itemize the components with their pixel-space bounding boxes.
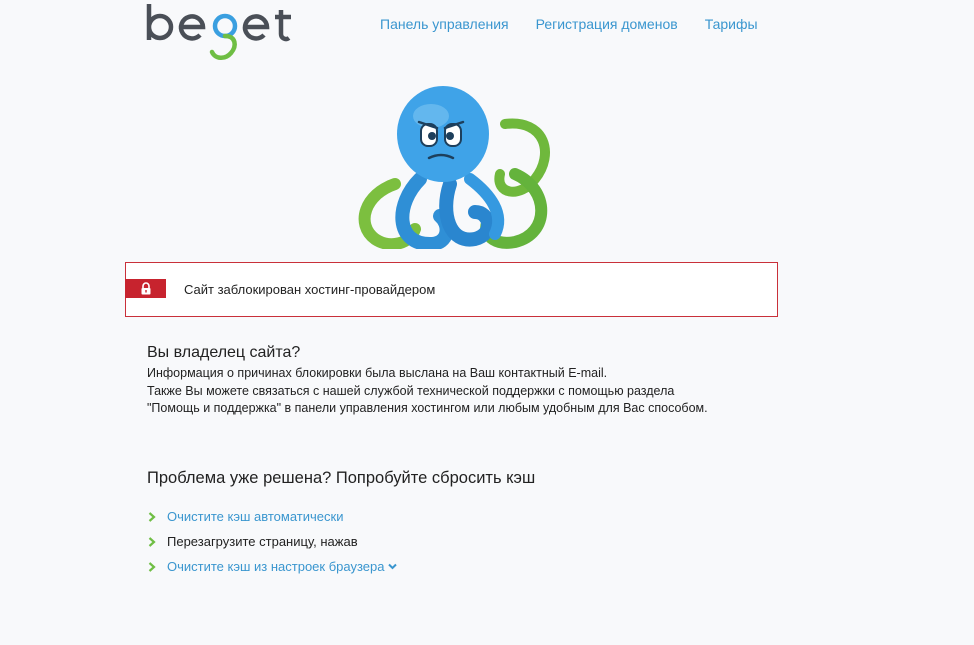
page: Панель управления Регистрация доменов Та… bbox=[0, 0, 974, 645]
owner-line-2: Также Вы можете связаться с нашей службо… bbox=[147, 383, 675, 398]
beget-logo[interactable] bbox=[145, 0, 295, 70]
list-item: Очистите кэш из настроек браузера bbox=[147, 554, 398, 579]
owner-title: Вы владелец сайта? bbox=[147, 344, 301, 361]
list-item: Очистите кэш автоматически bbox=[147, 504, 397, 529]
chevron-right-icon bbox=[148, 561, 156, 572]
nav-domain-registration[interactable]: Регистрация доменов bbox=[536, 16, 678, 32]
octopus-mascot-image bbox=[355, 84, 555, 254]
chevron-down-icon[interactable] bbox=[388, 563, 398, 570]
clear-cache-auto-link[interactable]: Очистите кэш автоматически bbox=[167, 509, 343, 524]
lock-icon bbox=[125, 279, 166, 298]
nav-control-panel[interactable]: Панель управления bbox=[380, 16, 509, 32]
owner-line-3: "Помощь и поддержка" в панели управления… bbox=[147, 401, 708, 415]
cache-title: Проблема уже решена? Попробуйте сбросить… bbox=[147, 469, 536, 487]
reload-page-text: Перезагрузите страницу, нажав bbox=[167, 534, 358, 549]
owner-description: Информация о причинах блокировки была вы… bbox=[147, 365, 787, 418]
owner-line-1: Информация о причинах блокировки была вы… bbox=[147, 366, 608, 380]
nav-tariffs[interactable]: Тарифы bbox=[705, 16, 758, 32]
blocked-alert: Сайт заблокирован хостинг-провайдером bbox=[125, 262, 778, 317]
list-item: Перезагрузите страницу, нажав bbox=[147, 529, 397, 554]
top-nav: Панель управления Регистрация доменов Та… bbox=[380, 16, 758, 32]
cache-list: Очистите кэш автоматически Перезагрузите… bbox=[147, 504, 398, 579]
chevron-right-icon bbox=[148, 536, 156, 547]
beget-logo-graphic bbox=[146, 4, 291, 60]
clear-cache-browser-link[interactable]: Очистите кэш из настроек браузера bbox=[167, 559, 384, 574]
chevron-right-icon bbox=[148, 511, 156, 522]
alert-text: Сайт заблокирован хостинг-провайдером bbox=[184, 282, 436, 297]
